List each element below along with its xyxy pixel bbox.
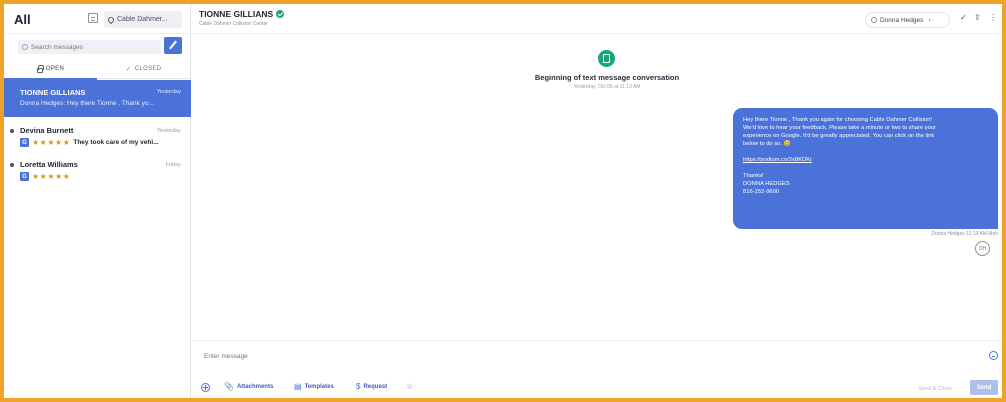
conversation-time: Yesterday	[156, 89, 181, 95]
open-lock-icon	[36, 64, 44, 73]
more-options-icon[interactable]: ⋮	[989, 13, 997, 22]
message-composer	[192, 340, 1002, 376]
sidebar-header: All Cable Dahmer...	[4, 4, 191, 34]
review-snippet: They took care of my vehi...	[73, 139, 159, 146]
conversation-time: Yesterday	[156, 128, 181, 134]
conversation-item-loretta[interactable]: Loretta Williams Friday G ★★★★★	[4, 155, 191, 189]
tab-closed[interactable]: ✓ CLOSED	[97, 59, 190, 79]
request-payment-button[interactable]: $ Request	[356, 382, 387, 391]
attachments-label: Attachments	[236, 383, 274, 390]
verified-icon	[276, 10, 285, 18]
conversation-name: Devina Burnett	[20, 126, 74, 135]
location-selector[interactable]: Cable Dahmer...	[104, 11, 182, 28]
check-icon: ✓	[125, 66, 132, 73]
unread-dot	[10, 129, 14, 133]
message-line: below to do so. 😊	[743, 141, 791, 147]
assignee-name: Donna Hedges	[880, 16, 924, 24]
conversation-time: Friday	[165, 162, 181, 168]
location-label: Cable Dahmer...	[117, 16, 168, 23]
template-icon: ▤	[294, 382, 302, 391]
location-pin-icon	[106, 15, 116, 24]
tab-open[interactable]: OPEN	[4, 59, 97, 80]
review-summary: G ★★★★★	[20, 172, 70, 181]
send-button[interactable]: Send	[970, 380, 998, 395]
filter-icon[interactable]	[88, 13, 98, 23]
star-icon: ☆	[406, 382, 414, 391]
composer-toolbar: 📎 Attachments ▤ Templates $ Request ☆ Se…	[192, 376, 1002, 398]
sms-channel-icon	[598, 50, 615, 67]
tab-open-label: OPEN	[45, 66, 65, 72]
templates-button[interactable]: ▤ Templates	[294, 382, 334, 391]
review-link[interactable]: https://podium.co/2x8KDKr	[743, 156, 990, 164]
send-and-close-button[interactable]: Send & Close	[910, 382, 960, 395]
emoji-icon[interactable]	[989, 351, 998, 360]
user-icon	[871, 17, 877, 23]
sender-avatar: DH	[975, 241, 990, 256]
conversation-preview: Donna Hedges: Hey there Tionne , Thank y…	[20, 100, 154, 107]
search-input[interactable]	[31, 43, 151, 51]
signoff-line: DONNA HEDGES	[743, 181, 790, 187]
search-icon	[22, 44, 28, 50]
assignee-dropdown[interactable]: Donna Hedges ›	[865, 12, 950, 28]
new-conversation-button[interactable]	[164, 37, 182, 54]
conversation-pane: TIONNE GILLIANS Cable Dahmer Collision C…	[192, 4, 1002, 398]
paperclip-icon: 📎	[224, 382, 234, 391]
contact-name-label: TIONNE GILLIANS	[199, 9, 274, 19]
inbox-filter-title[interactable]: All	[14, 12, 31, 27]
conversation-sidebar: All Cable Dahmer... OPEN ✓ CLOSED TIONNE…	[4, 4, 191, 398]
tab-closed-label: CLOSED	[134, 66, 162, 72]
conversation-start-date: Yesterday, Oct 05 at 11:13 AM	[573, 84, 641, 90]
templates-label: Templates	[304, 383, 334, 390]
app-frame: All Cable Dahmer... OPEN ✓ CLOSED TIONNE…	[4, 4, 1002, 398]
message-line: experience on Google. It'd be greatly ap…	[743, 133, 935, 139]
google-review-icon: G	[20, 172, 29, 181]
request-label: Request	[363, 383, 388, 390]
conversation-item-tionne[interactable]: TIONNE GILLIANS Yesterday Donna Hedges: …	[4, 80, 191, 117]
review-summary: G ★★★★★ They took care of my vehi...	[20, 138, 159, 147]
dollar-icon: $	[356, 382, 361, 391]
conversation-start-title: Beginning of text message conversation	[534, 73, 680, 82]
unread-dot	[10, 163, 14, 167]
message-meta: Donna Hedges 11:13 AM Mon	[931, 231, 998, 237]
outgoing-message-bubble: Hey there Tionne , Thank you again for c…	[733, 108, 998, 229]
attachments-button[interactable]: 📎 Attachments	[224, 382, 273, 391]
rating-stars: ★★★★★	[32, 138, 71, 147]
message-line: Hey there Tionne , Thank you again for c…	[743, 117, 933, 123]
close-conversation-check-icon[interactable]: ✓	[960, 13, 967, 22]
conversation-name: Loretta Williams	[20, 160, 78, 169]
rating-stars: ★★★★★	[32, 172, 71, 181]
signoff-line: 816-252-9600	[743, 189, 780, 195]
message-input[interactable]	[204, 349, 964, 363]
signoff-line: Thanks!	[743, 173, 764, 179]
contact-name[interactable]: TIONNE GILLIANS	[199, 9, 285, 19]
chevron-right-icon: ›	[928, 16, 931, 24]
contact-location: Cable Dahmer Collision Center	[199, 21, 268, 27]
message-line: We'd love to hear your feedback. Please …	[743, 125, 937, 131]
review-invite-button[interactable]: ☆	[406, 382, 413, 391]
status-tabs: OPEN ✓ CLOSED	[4, 59, 191, 80]
share-icon[interactable]: ⇪	[974, 13, 981, 22]
conversation-name: TIONNE GILLIANS	[20, 88, 86, 97]
google-review-icon: G	[20, 138, 29, 147]
search-box[interactable]	[18, 40, 161, 54]
conversation-header: TIONNE GILLIANS Cable Dahmer Collision C…	[192, 4, 1002, 34]
add-icon[interactable]	[201, 383, 210, 392]
conversation-item-devina[interactable]: Devina Burnett Yesterday G ★★★★★ They to…	[4, 121, 191, 155]
